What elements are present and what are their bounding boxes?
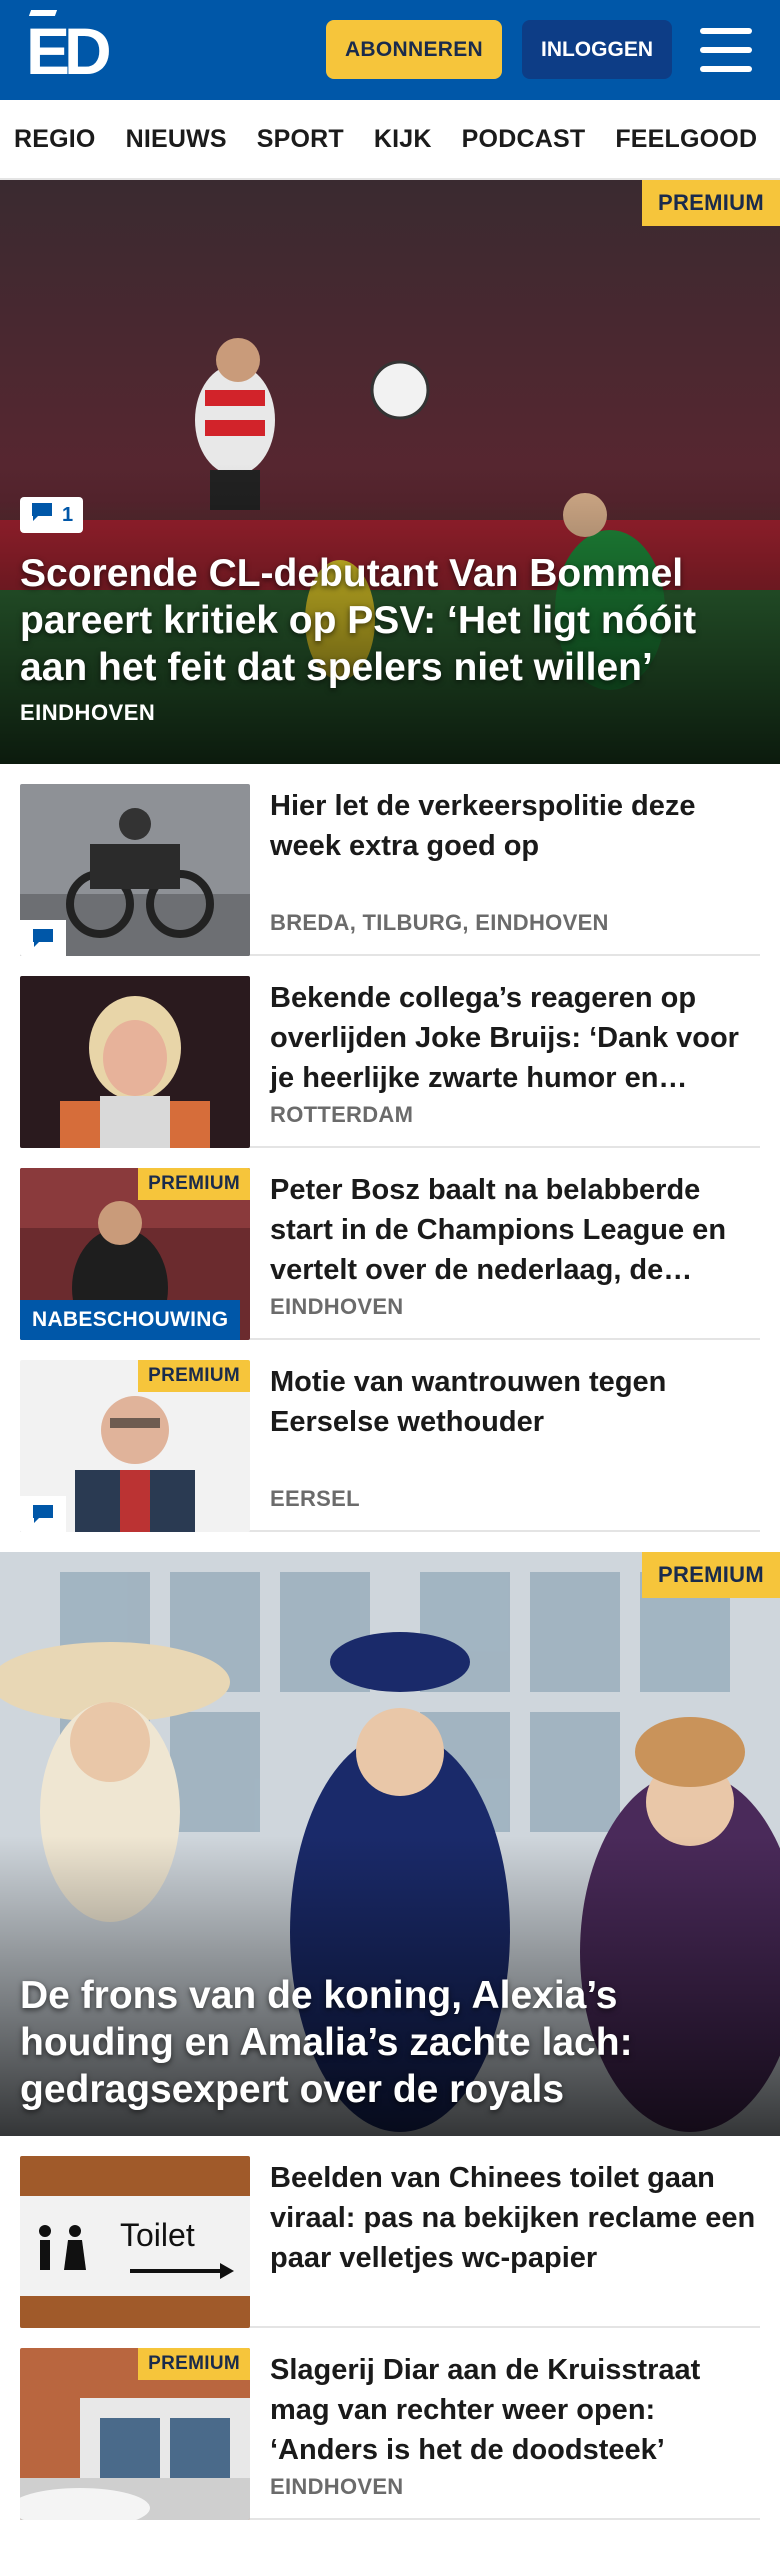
list-item[interactable]: PREMIUM Motie van wantrouwen tegen Eerse… bbox=[20, 1340, 760, 1532]
article-thumbnail bbox=[20, 976, 250, 1148]
article-list: Toilet Beelden van Chinees toilet gaan v… bbox=[0, 2136, 780, 2520]
thumb-photo-portrait bbox=[20, 976, 250, 1148]
thumb-photo-toilet-sign: Toilet bbox=[20, 2156, 250, 2328]
article-thumbnail: PREMIUM NABESCHOUWING bbox=[20, 1168, 250, 1340]
article-thumbnail: Toilet bbox=[20, 2156, 250, 2328]
section-nav: REGIO NIEUWS SPORT KIJK PODCAST FEELGOOD bbox=[0, 100, 780, 180]
nav-item-sport[interactable]: SPORT bbox=[257, 125, 344, 154]
hero-title[interactable]: Scorende CL-debutant Van Bommel pareert … bbox=[20, 550, 750, 691]
premium-badge: PREMIUM bbox=[138, 2348, 250, 2380]
premium-badge: PREMIUM bbox=[642, 180, 780, 226]
list-item[interactable]: PREMIUM Slagerij Diar aan de Kruisstraat… bbox=[20, 2328, 760, 2520]
category-label: NABESCHOUWING bbox=[20, 1300, 241, 1340]
article-list: Hier let de verkeerspolitie deze week ex… bbox=[0, 764, 780, 1532]
list-item[interactable]: Hier let de verkeerspolitie deze week ex… bbox=[20, 764, 760, 956]
login-button[interactable]: INLOGGEN bbox=[522, 20, 672, 79]
comment-count-badge: 1 bbox=[20, 497, 84, 533]
nav-item-kijk[interactable]: KIJK bbox=[374, 125, 432, 154]
article-location: EINDHOVEN bbox=[270, 2474, 404, 2499]
nav-item-feelgood[interactable]: FEELGOOD bbox=[615, 125, 757, 154]
article-location: EERSEL bbox=[270, 1486, 360, 1511]
article-title[interactable]: Motie van wantrouwen tegen Eerselse weth… bbox=[270, 1360, 760, 1442]
menu-icon[interactable] bbox=[700, 28, 752, 72]
article-location: EINDHOVEN bbox=[270, 1294, 404, 1319]
list-item[interactable]: Bekende collega’s reageren op overlijden… bbox=[20, 956, 760, 1148]
premium-badge: PREMIUM bbox=[642, 1552, 780, 1598]
comment-count: 1 bbox=[62, 503, 74, 526]
ed-logo[interactable]: ED bbox=[26, 10, 112, 84]
toilet-sign-text: Toilet bbox=[120, 2217, 195, 2253]
nav-item-nieuws[interactable]: NIEUWS bbox=[126, 125, 227, 154]
comment-icon bbox=[20, 1496, 66, 1532]
comment-icon bbox=[20, 920, 66, 956]
article-title[interactable]: Peter Bosz baalt na belabberde start in … bbox=[270, 1168, 760, 1290]
hero-location: EINDHOVEN bbox=[20, 700, 156, 725]
article-location: BREDA, TILBURG, EINDHOVEN bbox=[270, 910, 609, 935]
article-title[interactable]: Slagerij Diar aan de Kruisstraat mag van… bbox=[270, 2348, 760, 2470]
premium-badge: PREMIUM bbox=[138, 1360, 250, 1392]
article-title[interactable]: Bekende collega’s reageren op overlijden… bbox=[270, 976, 760, 1098]
article-thumbnail: PREMIUM bbox=[20, 1360, 250, 1532]
hero-article-van-bommel[interactable]: PREMIUM 1 Scorende CL-debutant Van Bomme… bbox=[0, 180, 780, 764]
premium-badge: PREMIUM bbox=[138, 1168, 250, 1200]
list-item[interactable]: Toilet Beelden van Chinees toilet gaan v… bbox=[20, 2136, 760, 2328]
article-title[interactable]: Beelden van Chinees toilet gaan viraal: … bbox=[270, 2156, 760, 2278]
top-header: ED ABONNEREN INLOGGEN bbox=[0, 0, 780, 100]
article-thumbnail: PREMIUM bbox=[20, 2348, 250, 2520]
article-thumbnail bbox=[20, 784, 250, 956]
list-item[interactable]: PREMIUM NABESCHOUWING Peter Bosz baalt n… bbox=[20, 1148, 760, 1340]
nav-item-regio[interactable]: REGIO bbox=[14, 125, 96, 154]
hero-article-royals[interactable]: PREMIUM De frons van de koning, Alexia’s… bbox=[0, 1552, 780, 2136]
article-title[interactable]: Hier let de verkeerspolitie deze week ex… bbox=[270, 784, 760, 866]
comment-icon bbox=[30, 501, 54, 529]
subscribe-button[interactable]: ABONNEREN bbox=[326, 20, 502, 79]
article-location: ROTTERDAM bbox=[270, 1102, 414, 1127]
hero-title[interactable]: De frons van de koning, Alexia’s houding… bbox=[20, 1972, 750, 2113]
nav-item-podcast[interactable]: PODCAST bbox=[462, 125, 586, 154]
